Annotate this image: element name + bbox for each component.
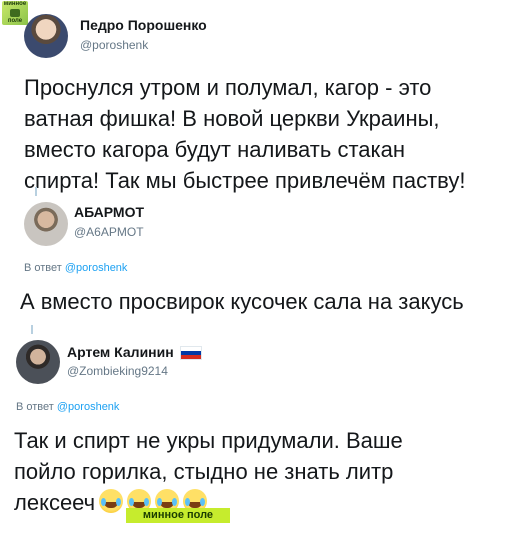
russia-flag-icon [179,346,202,361]
flag-stripe-red [180,355,201,360]
reply-2-author-name-row: Артем Калинин [67,344,202,361]
reply-2-mention-link[interactable]: @poroshenk [57,401,120,413]
main-author-handle[interactable]: @poroshenk [80,38,148,52]
avatar-reply-2-author[interactable] [16,340,60,384]
reply-2-text-block: Так и спирт не укры придумали. Ваше пойл… [14,425,519,518]
reply-1-context: В ответ @poroshenk [24,262,127,274]
main-tweet-text: Проснулся утром и полумал, кагор - это в… [24,75,466,193]
reply-2-author-name[interactable]: Артем Калинин [67,344,174,360]
reply-2-prefix: В ответ [16,401,54,413]
watermark-label: минное поле [126,508,230,523]
watermark-logo: минное поле [2,1,28,25]
reply-2-text: Так и спирт не укры придумали. Ваше пойл… [14,428,403,515]
reply-1-mention-link[interactable]: @poroshenk [65,262,128,274]
watermark-logo-line2: поле [7,18,23,24]
watermark-logo-icon [10,9,20,17]
avatar-main-author[interactable] [24,14,68,58]
avatar-reply-1-author[interactable] [24,202,68,246]
face-with-tears-of-joy-icon [99,489,124,513]
thread-connector [31,325,33,334]
thread-connector [35,187,37,196]
reply-1-author-name[interactable]: АБАРМОТ [74,204,144,220]
main-author-name[interactable]: Педро Порошенко [80,17,207,33]
reply-2-context: В ответ @poroshenk [16,401,119,413]
watermark-logo-line1: минное [3,1,27,7]
reply-2-author-handle[interactable]: @Zombieking9214 [67,364,168,378]
reply-1-prefix: В ответ [24,262,62,274]
reply-1-author-handle[interactable]: @A6APMOT [74,225,144,239]
reply-1-text: А вместо просвирок кусочек сала на закус… [20,289,464,314]
